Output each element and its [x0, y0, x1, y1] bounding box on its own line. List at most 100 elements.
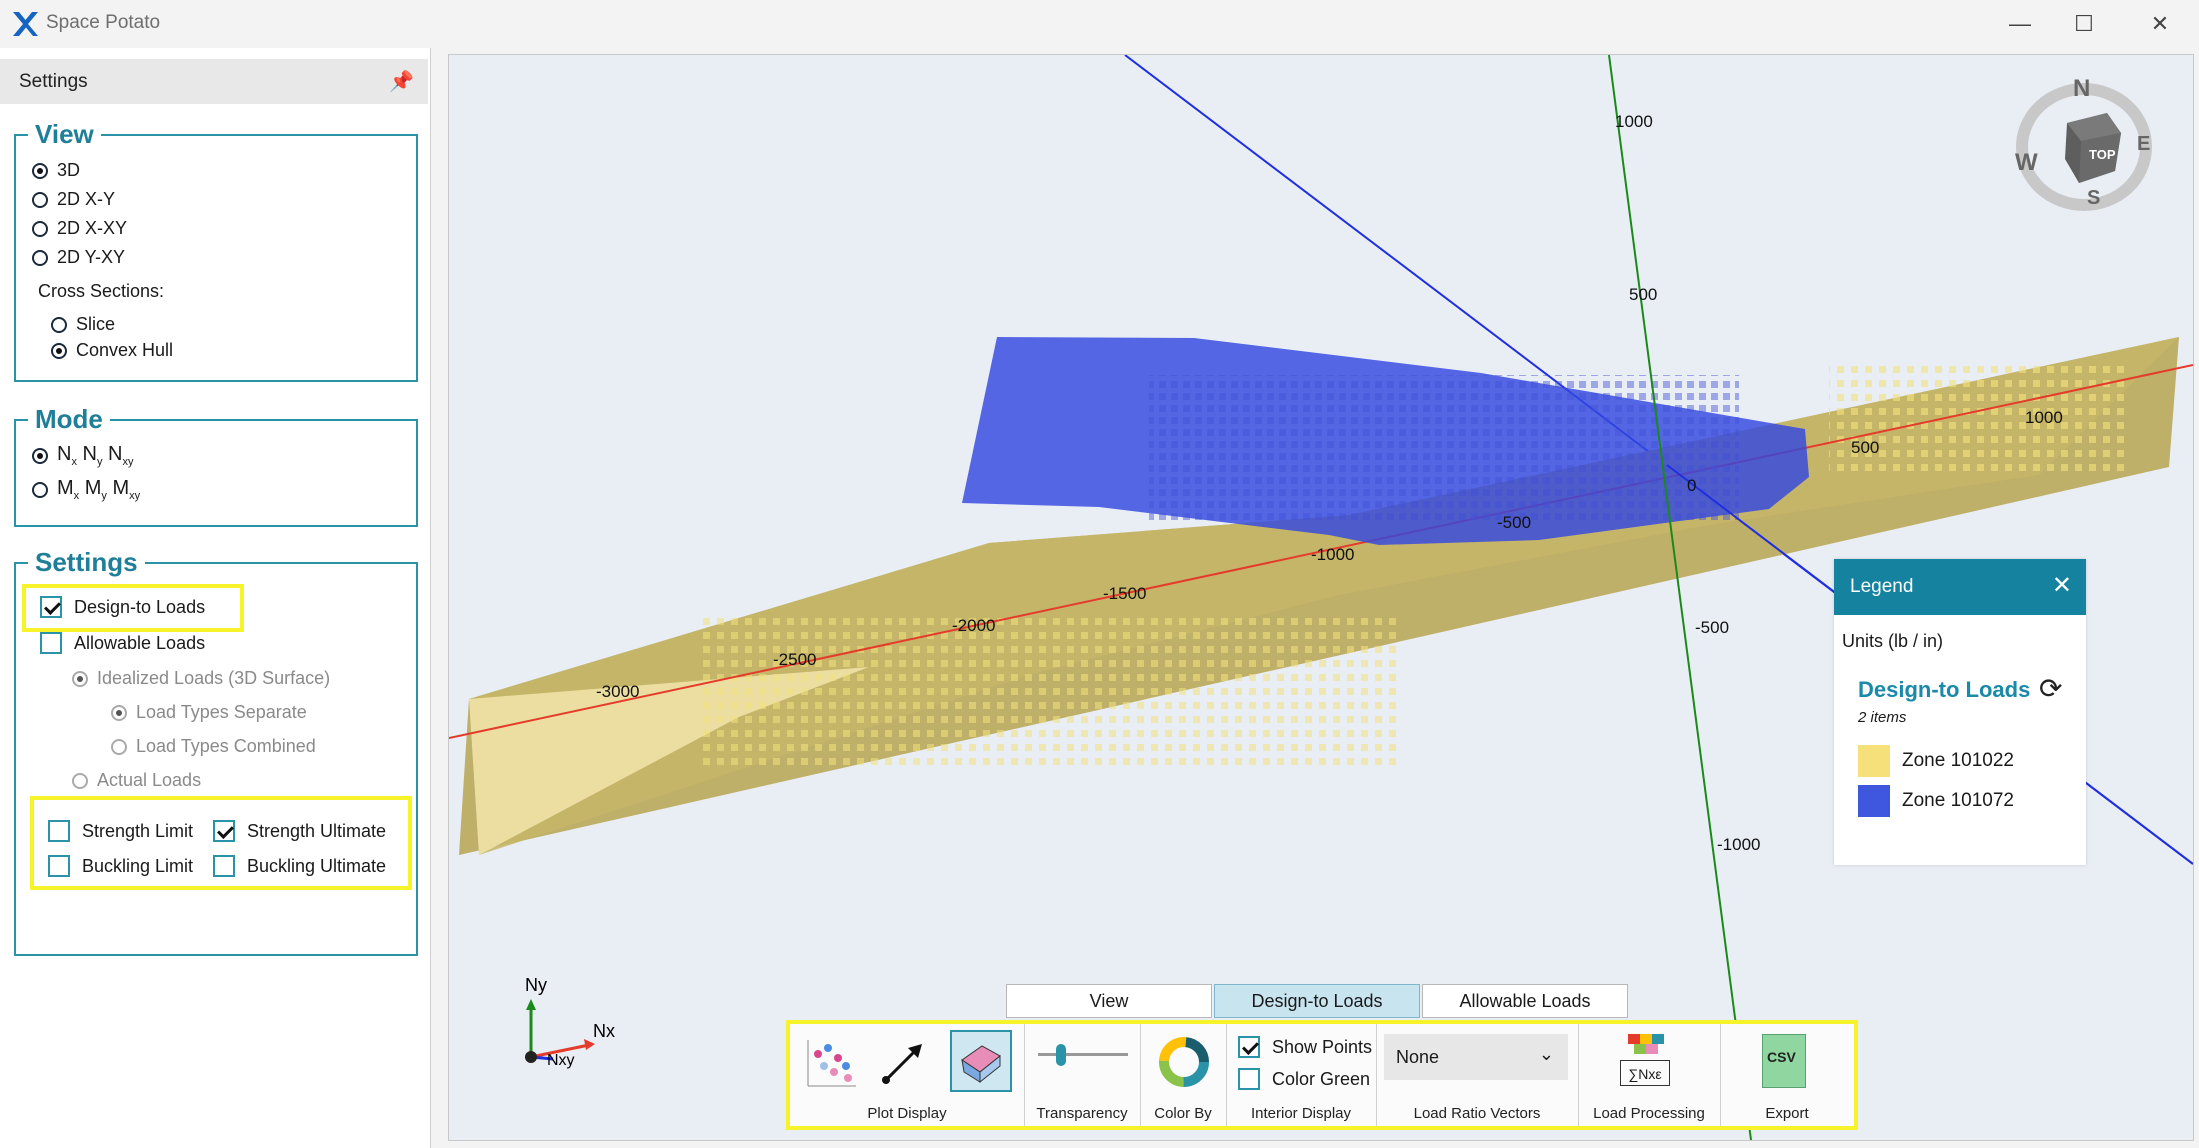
axis-label-nx-neg3000: -3000: [596, 682, 639, 701]
mode-group: Mode Nx Ny Nxy Mx My Mxy: [14, 404, 418, 527]
slice-label: Slice: [76, 314, 116, 334]
triad-ny-label: Ny: [525, 975, 547, 995]
transparency-thumb[interactable]: [1056, 1044, 1066, 1066]
settings-panel-header: Settings 📌: [0, 59, 428, 104]
axis-triad: Ny Nx Nxy: [525, 975, 615, 1069]
view-2d-y-xy-radio[interactable]: 2D Y-XY: [32, 247, 125, 268]
settings-panel-title: Settings: [19, 71, 88, 92]
view-2d-xy-label: 2D X-Y: [57, 189, 116, 209]
view-2d-xy-radio[interactable]: 2D X-Y: [32, 189, 115, 210]
export-label: Export: [1765, 1105, 1809, 1122]
app-logo-icon: [13, 12, 38, 36]
maximize-button[interactable]: ☐: [2054, 6, 2114, 42]
allowable-loads-checkbox[interactable]: Allowable Loads: [40, 632, 205, 654]
show-points-checkbox[interactable]: Show Points: [1238, 1036, 1372, 1058]
compass-s-label: S: [2087, 187, 2101, 209]
load-ratio-value: None: [1396, 1047, 1440, 1067]
csv-export-icon[interactable]: CSV: [1762, 1034, 1806, 1088]
idealized-loads-radio[interactable]: Idealized Loads (3D Surface): [72, 668, 330, 689]
load-processing-group: ∑Nxε Load Processing: [1578, 1024, 1721, 1126]
minimize-button[interactable]: —: [1990, 6, 2050, 42]
legend-item-zone-101072: Zone 101072: [1858, 785, 2014, 817]
legend-swatch: [1858, 745, 1890, 777]
zone-101022-points: [699, 615, 1399, 765]
legend-units: Units (lb / in): [1842, 631, 1944, 651]
scatter-plot-icon[interactable]: [804, 1036, 860, 1090]
close-window-button[interactable]: ✕: [2130, 6, 2190, 42]
title-bar: Space Potato — ☐ ✕: [0, 0, 2199, 48]
radio-dot: [32, 191, 48, 208]
idealized-loads-label: Idealized Loads (3D Surface): [97, 668, 331, 688]
axis-label-nx-neg2000: -2000: [952, 616, 995, 635]
view-3d-label: 3D: [57, 160, 81, 180]
load-processing-icon[interactable]: ∑Nxε: [1620, 1032, 1672, 1088]
color-wheel-icon[interactable]: [1156, 1034, 1212, 1090]
transparency-slider[interactable]: [1038, 1044, 1128, 1066]
checkbox-box: [1238, 1068, 1260, 1090]
load-types-combined-radio[interactable]: Load Types Combined: [111, 736, 316, 757]
zone-101072-points: [1149, 375, 1739, 525]
navigation-cube[interactable]: N E W S TOP: [2009, 75, 2159, 215]
plot-display-group: Plot Display: [790, 1024, 1025, 1126]
tab-design-to-loads[interactable]: Design-to Loads: [1214, 984, 1420, 1018]
view-2d-x-xy-radio[interactable]: 2D X-XY: [32, 218, 127, 239]
radio-dot: [111, 738, 127, 755]
legend-item-zone-101022: Zone 101022: [1858, 745, 2014, 777]
load-ratio-vectors-label: Load Ratio Vectors: [1413, 1105, 1541, 1122]
settings-group-title: Settings: [28, 547, 145, 578]
export-group: CSV Export: [1720, 1024, 1854, 1126]
ribbon-toolbar: Plot Display Transparency Color By Show …: [786, 1020, 1858, 1130]
view-group-title: View: [28, 119, 101, 150]
legend-title: Legend: [1850, 576, 1914, 597]
slice-radio[interactable]: Slice: [51, 314, 115, 335]
chevron-down-icon: ⌄: [1538, 1044, 1554, 1064]
ny-axis-line: [1608, 55, 1752, 1140]
radio-dot: [32, 481, 48, 498]
interior-display-group: Show Points Color Green Interior Display: [1226, 1024, 1377, 1126]
pin-icon[interactable]: 📌: [389, 69, 414, 94]
axis-label-origin: 0: [1687, 476, 1696, 495]
view-group: View 3D 2D X-Y 2D X-XY 2D Y-XY Cross Sec…: [14, 119, 418, 382]
refresh-icon[interactable]: ⟳: [2039, 672, 2062, 705]
checkbox-box: [1238, 1036, 1260, 1058]
view-2d-x-xy-label: 2D X-XY: [57, 218, 128, 238]
axis-label-nxy-neg1000: -1000: [1311, 545, 1354, 564]
view-3d-radio[interactable]: 3D: [32, 160, 80, 181]
show-points-label: Show Points: [1272, 1036, 1373, 1057]
color-green-label: Color Green: [1272, 1068, 1371, 1089]
load-types-separate-radio[interactable]: Load Types Separate: [111, 702, 307, 723]
cross-sections-label: Cross Sections:: [38, 281, 165, 301]
design-to-loads-highlight: [22, 584, 244, 632]
vector-arrow-icon[interactable]: [878, 1036, 928, 1090]
triad-nxy-label: Nxy: [547, 1052, 575, 1069]
csv-icon-text: CSV: [1767, 1049, 1796, 1065]
tab-view[interactable]: View: [1006, 984, 1212, 1018]
plot-viewport[interactable]: 1000 500 -500 -1000 -1500 -2000 -2500 -3…: [448, 54, 2194, 1141]
axis-label-nxy-neg500: -500: [1497, 513, 1531, 532]
mode-m-radio[interactable]: Mx My Mxy: [32, 477, 140, 502]
convex-hull-label: Convex Hull: [76, 340, 174, 360]
tab-allowable-loads[interactable]: Allowable Loads: [1422, 984, 1628, 1018]
load-types-separate-label: Load Types Separate: [136, 702, 307, 722]
surface-button[interactable]: [950, 1030, 1012, 1092]
load-ratio-vectors-group: None ⌄ Load Ratio Vectors: [1376, 1024, 1579, 1126]
load-processing-icon-text: ∑Nxε: [1620, 1060, 1670, 1086]
mode-group-title: Mode: [28, 404, 110, 435]
transparency-label: Transparency: [1036, 1105, 1128, 1122]
color-green-checkbox[interactable]: Color Green: [1238, 1068, 1370, 1090]
radio-dot: [32, 162, 48, 179]
legend-swatch: [1858, 785, 1890, 817]
compass-n-label: N: [2073, 75, 2091, 102]
actual-loads-radio[interactable]: Actual Loads: [72, 770, 201, 791]
legend-close-icon[interactable]: ✕: [2052, 571, 2072, 600]
color-by-group: Color By: [1140, 1024, 1227, 1126]
compass-w-label: W: [2015, 149, 2038, 176]
axis-label-nxy-500: 500: [1851, 438, 1879, 457]
allowable-loads-label: Allowable Loads: [74, 632, 206, 653]
load-ratio-dropdown[interactable]: None ⌄: [1384, 1034, 1568, 1080]
convex-hull-radio[interactable]: Convex Hull: [51, 340, 173, 361]
axis-label-nx-neg2500: -2500: [773, 650, 816, 669]
radio-dot: [72, 772, 88, 789]
mode-n-radio[interactable]: Nx Ny Nxy: [32, 443, 133, 468]
view-2d-y-xy-label: 2D Y-XY: [57, 247, 126, 267]
